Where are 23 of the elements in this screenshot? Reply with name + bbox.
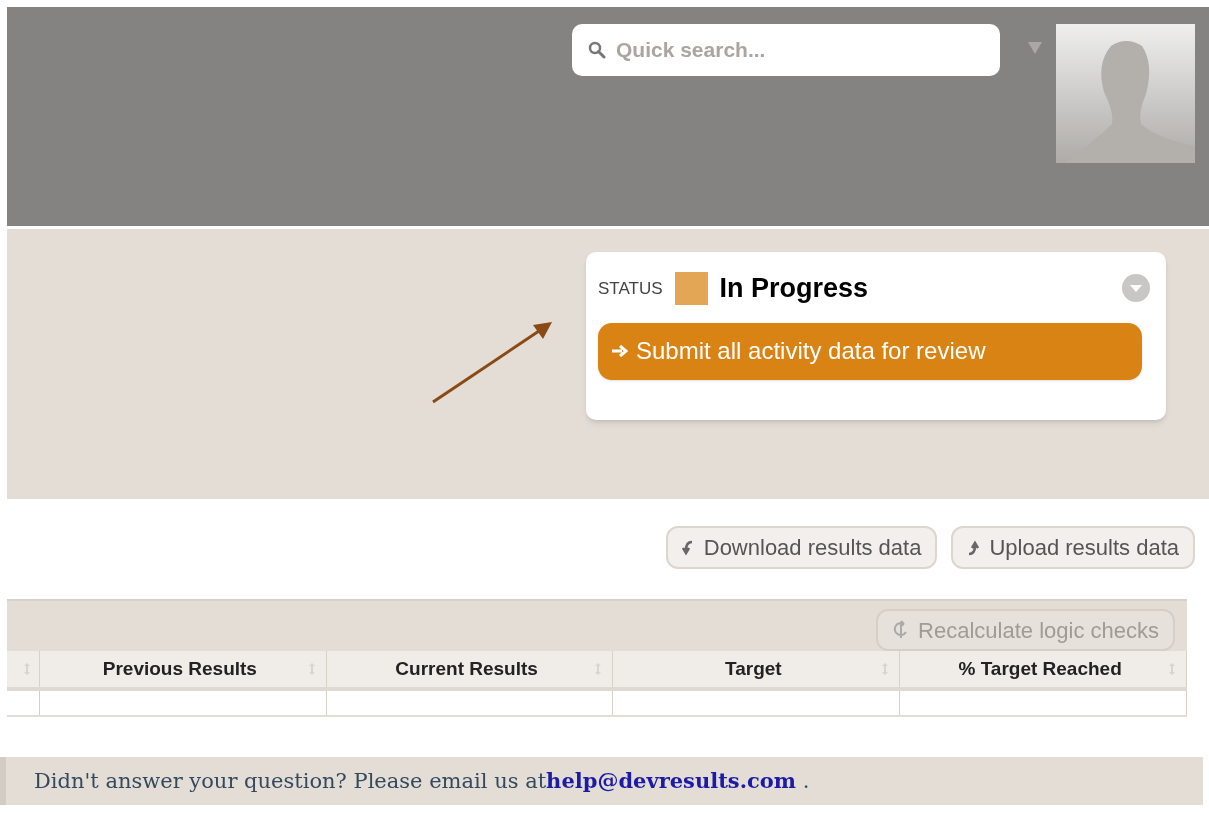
curved-arrow-down-icon — [681, 539, 694, 556]
email-link[interactable]: help@devresults.com — [546, 767, 796, 793]
status-value: In Progress — [719, 272, 869, 305]
sort-icon[interactable] — [1168, 662, 1176, 676]
sort-icon[interactable] — [23, 662, 31, 676]
search-icon — [588, 41, 606, 59]
curved-arrow-up-icon — [967, 539, 980, 556]
column-header[interactable]: Previous Results — [52, 654, 308, 684]
arrow-right-icon — [612, 344, 628, 358]
sort-icon[interactable] — [594, 662, 603, 676]
search-field[interactable]: Quick search... — [572, 24, 1000, 76]
help-text: Didn't answer your question? Please email us athelp@devresults.com . — [34, 766, 810, 795]
sort-icon[interactable] — [881, 662, 890, 676]
status-label: STATUS — [598, 277, 663, 300]
download-button[interactable]: Download results data — [665, 526, 938, 569]
chevron-down-icon[interactable] — [1122, 274, 1150, 303]
dropdown-caret-icon[interactable] — [1028, 42, 1042, 54]
column-header[interactable]: Current Results — [338, 654, 595, 684]
avatar[interactable] — [1056, 24, 1195, 163]
column-header[interactable]: % Target Reached — [912, 654, 1168, 684]
sort-icon[interactable] — [307, 662, 316, 676]
column-header[interactable]: Target — [625, 654, 882, 684]
upload-button[interactable]: Upload results data — [951, 526, 1195, 569]
